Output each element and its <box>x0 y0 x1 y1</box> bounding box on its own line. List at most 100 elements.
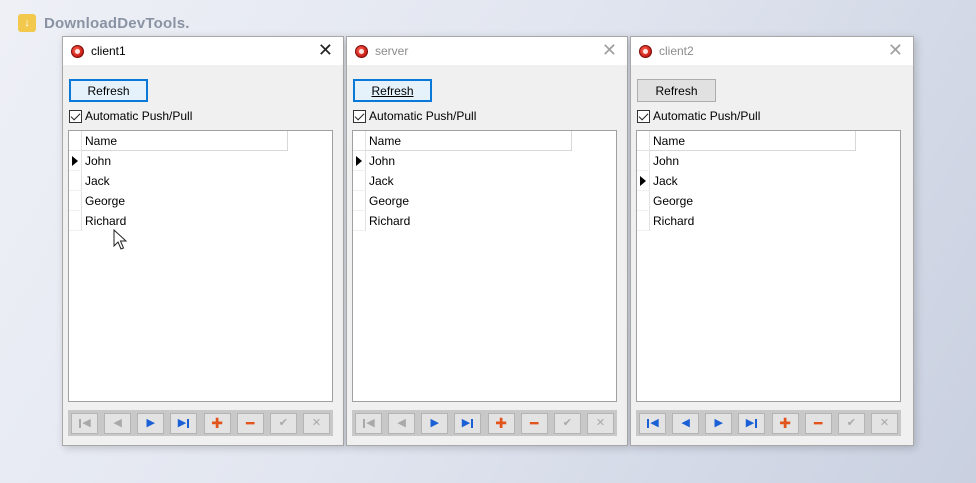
plus-icon[interactable]: ✚ <box>487 412 515 434</box>
refresh-button[interactable]: Refresh <box>69 79 148 102</box>
column-header-name[interactable]: Name <box>366 131 572 151</box>
grid-header: Name <box>637 131 856 151</box>
plus-icon[interactable]: ✚ <box>203 412 231 434</box>
close-icon[interactable]: ✕ <box>318 40 333 60</box>
auto-push-pull-checkbox[interactable]: Automatic Push/Pull <box>69 109 192 123</box>
current-row-arrow-icon <box>640 176 646 186</box>
x-icon[interactable]: ✕ <box>302 412 330 434</box>
refresh-label: Refresh <box>371 83 414 98</box>
next-record-icon[interactable]: ▶ <box>705 412 733 434</box>
table-row[interactable]: George <box>637 191 695 211</box>
row-indicator[interactable] <box>637 211 650 231</box>
table-row[interactable]: George <box>69 191 127 211</box>
next-record-icon[interactable]: ▶ <box>421 412 449 434</box>
window-client1: client1 ✕ Refresh Automatic Push/Pull Na… <box>62 36 344 446</box>
row-indicator[interactable] <box>353 191 366 211</box>
prior-record-icon[interactable]: ◀ <box>672 412 700 434</box>
name-cell[interactable]: John <box>82 151 127 171</box>
row-indicator[interactable] <box>637 191 650 211</box>
table-row[interactable]: Richard <box>69 211 127 231</box>
app-icon <box>355 44 368 58</box>
current-row-arrow-icon <box>72 156 78 166</box>
check-icon[interactable]: ✔ <box>553 412 581 434</box>
table-row[interactable]: John <box>353 151 411 171</box>
last-record-icon[interactable]: ▶ <box>170 412 198 434</box>
next-record-icon[interactable]: ▶ <box>137 412 165 434</box>
plus-icon[interactable]: ✚ <box>771 412 799 434</box>
name-cell[interactable]: George <box>82 191 127 211</box>
prior-record-icon[interactable]: ◀ <box>388 412 416 434</box>
minus-icon[interactable]: ━ <box>236 412 264 434</box>
close-icon[interactable]: ✕ <box>602 40 617 60</box>
close-icon[interactable]: ✕ <box>888 40 903 60</box>
row-indicator[interactable] <box>353 171 366 191</box>
name-cell[interactable]: Jack <box>366 171 411 191</box>
checkbox-checked-icon[interactable] <box>69 109 82 123</box>
last-record-icon[interactable]: ▶ <box>738 412 766 434</box>
row-indicator[interactable] <box>637 151 650 171</box>
name-cell[interactable]: Richard <box>366 211 411 231</box>
mouse-cursor-icon <box>113 229 127 250</box>
row-indicator[interactable] <box>353 151 366 171</box>
minus-icon[interactable]: ━ <box>804 412 832 434</box>
row-indicator[interactable] <box>69 191 82 211</box>
name-cell[interactable]: George <box>650 191 695 211</box>
name-cell[interactable]: John <box>650 151 695 171</box>
row-indicator[interactable] <box>69 211 82 231</box>
app-icon <box>71 44 84 58</box>
auto-push-pull-checkbox[interactable]: Automatic Push/Pull <box>353 109 476 123</box>
data-grid[interactable]: Name John Jack George Richard <box>352 130 617 402</box>
prior-record-icon[interactable]: ◀ <box>104 412 132 434</box>
check-icon[interactable]: ✔ <box>269 412 297 434</box>
table-row[interactable]: Richard <box>353 211 411 231</box>
name-cell[interactable]: George <box>366 191 411 211</box>
checkbox-checked-icon[interactable] <box>353 109 366 123</box>
first-record-icon[interactable]: ◀ <box>355 412 382 434</box>
x-icon[interactable]: ✕ <box>586 412 614 434</box>
title-bar[interactable]: client2 ✕ <box>631 37 913 65</box>
row-indicator[interactable] <box>69 171 82 191</box>
auto-push-pull-label: Automatic Push/Pull <box>653 109 761 123</box>
current-row-arrow-icon <box>356 156 362 166</box>
table-row[interactable]: Jack <box>69 171 127 191</box>
row-indicator[interactable] <box>637 171 650 191</box>
app-icon <box>639 44 652 58</box>
check-icon[interactable]: ✔ <box>837 412 865 434</box>
data-grid[interactable]: Name John Jack George Richard <box>68 130 333 402</box>
column-header-name[interactable]: Name <box>650 131 856 151</box>
header-indicator-cell <box>69 131 82 151</box>
auto-push-pull-label: Automatic Push/Pull <box>85 109 193 123</box>
data-grid[interactable]: Name John Jack George Richard <box>636 130 901 402</box>
table-row[interactable]: John <box>69 151 127 171</box>
watermark-text: DownloadDevTools. <box>44 14 190 32</box>
title-bar[interactable]: server ✕ <box>347 37 627 65</box>
first-record-icon[interactable]: ◀ <box>71 412 98 434</box>
last-record-icon[interactable]: ▶ <box>454 412 482 434</box>
checkbox-checked-icon[interactable] <box>637 109 650 123</box>
auto-push-pull-checkbox[interactable]: Automatic Push/Pull <box>637 109 760 123</box>
table-row[interactable]: Richard <box>637 211 695 231</box>
minus-icon[interactable]: ━ <box>520 412 548 434</box>
window-title: client2 <box>659 44 694 58</box>
db-navigator: ◀ ◀ ▶ ▶ ✚ ━ ✔ ✕ <box>636 410 901 436</box>
name-cell[interactable]: Jack <box>82 171 127 191</box>
column-header-name[interactable]: Name <box>82 131 288 151</box>
table-row[interactable]: George <box>353 191 411 211</box>
row-indicator[interactable] <box>353 211 366 231</box>
refresh-button[interactable]: Refresh <box>353 79 432 102</box>
title-bar[interactable]: client1 ✕ <box>63 37 343 65</box>
watermark: ↓ DownloadDevTools. <box>18 14 190 32</box>
table-row[interactable]: Jack <box>353 171 411 191</box>
x-icon[interactable]: ✕ <box>870 412 898 434</box>
first-record-icon[interactable]: ◀ <box>639 412 666 434</box>
name-cell[interactable]: John <box>366 151 411 171</box>
name-cell[interactable]: Richard <box>650 211 695 231</box>
table-row[interactable]: Jack <box>637 171 695 191</box>
window-title: client1 <box>91 44 126 58</box>
refresh-button[interactable]: Refresh <box>637 79 716 102</box>
header-indicator-cell <box>637 131 650 151</box>
name-cell[interactable]: Richard <box>82 211 127 231</box>
row-indicator[interactable] <box>69 151 82 171</box>
name-cell[interactable]: Jack <box>650 171 695 191</box>
table-row[interactable]: John <box>637 151 695 171</box>
